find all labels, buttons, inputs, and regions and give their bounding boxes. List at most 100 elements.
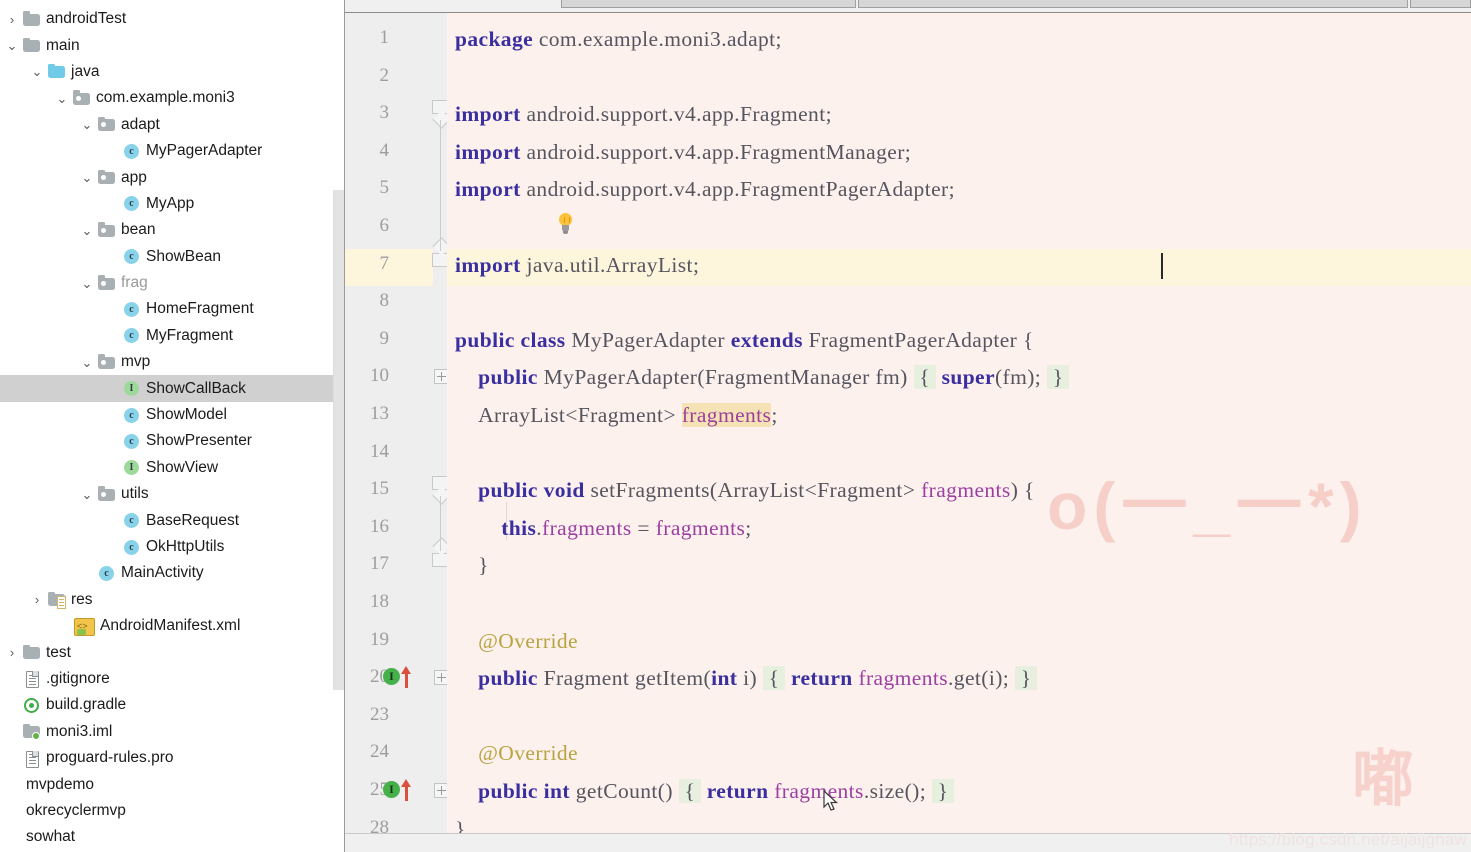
package-icon xyxy=(97,274,116,293)
editor-toolbar[interactable] xyxy=(345,0,1471,13)
tree-item-okrecyclermvp[interactable]: okrecyclermvp xyxy=(0,798,345,824)
mouse-cursor-icon xyxy=(823,790,839,811)
chevron-down-icon[interactable]: ⌄ xyxy=(79,222,95,238)
tree-item-main[interactable]: ⌄ main xyxy=(0,32,345,58)
code-line[interactable]: import android.support.v4.app.FragmentPa… xyxy=(455,179,955,201)
tree-item-label: AndroidManifest.xml xyxy=(100,617,241,635)
toolbar-segment-middle[interactable] xyxy=(858,0,1408,8)
tree-item-baserequest[interactable]: c BaseRequest xyxy=(0,507,345,533)
editor-panel[interactable]: 1 2 3 4 5 6 7 8 9 10 13 14 15 16 17 18 19 20 23 24 25 28 I I o(… xyxy=(345,0,1471,852)
chevron-down-icon[interactable]: ⌄ xyxy=(29,64,45,80)
tree-item-myapp[interactable]: c MyApp xyxy=(0,191,345,217)
implemented-method-icon[interactable]: I xyxy=(383,779,423,801)
fold-region-line xyxy=(439,120,441,251)
toolbar-segment-left[interactable] xyxy=(561,0,856,8)
tree-item-label: ShowBean xyxy=(146,247,221,265)
tree-item-label: app xyxy=(121,168,147,186)
code-line[interactable]: package com.example.moni3.adapt; xyxy=(455,28,782,50)
tree-item-label: .gitignore xyxy=(46,669,110,687)
tree-item-showbean[interactable]: c ShowBean xyxy=(0,244,345,270)
code-line[interactable]: public class MyPagerAdapter extends Frag… xyxy=(455,329,1034,351)
code-line[interactable]: public int getCount() { return fragments… xyxy=(455,779,955,803)
tree-item-bean[interactable]: ⌄ bean xyxy=(0,217,345,243)
code-line[interactable]: @Override xyxy=(455,630,578,652)
line-number: 4 xyxy=(379,139,390,161)
line-number: 16 xyxy=(370,515,389,537)
package-icon xyxy=(97,485,116,504)
implemented-method-icon[interactable]: I xyxy=(383,666,423,689)
tree-item-moni3-iml[interactable]: moni3.iml xyxy=(0,719,345,745)
chevron-down-icon[interactable]: ⌄ xyxy=(79,275,95,291)
code-line[interactable]: public void setFragments(ArrayList<Fragm… xyxy=(455,479,1035,501)
res-folder-icon xyxy=(47,590,66,610)
module-icon xyxy=(22,722,41,741)
tree-item-mypageradapter[interactable]: c MyPagerAdapter xyxy=(0,138,345,164)
tree-item--gitignore[interactable]: .gitignore xyxy=(0,666,345,692)
code-line[interactable]: @Override xyxy=(455,743,578,765)
code-line[interactable]: ArrayList<Fragment> fragments; xyxy=(455,403,778,427)
editor-gutter[interactable]: 1 2 3 4 5 6 7 8 9 10 13 14 15 16 17 18 19 20 23 24 25 28 I I xyxy=(345,13,446,837)
tree-item-showpresenter[interactable]: c ShowPresenter xyxy=(0,428,345,454)
tree-item-adapt[interactable]: ⌄ adapt xyxy=(0,112,345,138)
tree-item-frag[interactable]: ⌄ frag xyxy=(0,270,345,296)
tree-item-utils[interactable]: ⌄ utils xyxy=(0,481,345,507)
tree-item-mvp[interactable]: ⌄ mvp xyxy=(0,349,345,375)
tree-item-test[interactable]: › test xyxy=(0,639,345,665)
code-line[interactable]: public MyPagerAdapter(FragmentManager fm… xyxy=(455,365,1070,390)
code-line[interactable]: } xyxy=(455,555,489,577)
chevron-down-icon[interactable]: ⌄ xyxy=(79,354,95,370)
chevron-down-icon[interactable]: ⌄ xyxy=(79,486,95,502)
chevron-down-icon[interactable]: ⌄ xyxy=(79,117,95,133)
chevron-right-icon[interactable]: › xyxy=(29,592,45,608)
code-line[interactable]: import android.support.v4.app.FragmentMa… xyxy=(455,141,911,163)
project-tree-panel[interactable]: › androidTest ⌄ main ⌄ java ⌄ com.example.moni3… xyxy=(0,0,345,852)
android-manifest-icon: <> xyxy=(74,617,95,636)
tree-item-label: OkHttpUtils xyxy=(146,538,225,555)
tree-item-homefragment[interactable]: c HomeFragment xyxy=(0,296,345,322)
tree-item-label: ShowPresenter xyxy=(146,432,252,450)
tree-item-build-gradle[interactable]: build.gradle xyxy=(0,692,345,718)
interface-icon: I xyxy=(122,458,141,477)
tree-item-label: MyPagerAdapter xyxy=(146,142,263,160)
tree-item-label: HomeFragment xyxy=(146,300,254,318)
tree-item-showcallback[interactable]: I ShowCallBack xyxy=(0,375,345,402)
tree-item-label: res xyxy=(71,590,93,608)
tree-item-showmodel[interactable]: c ShowModel xyxy=(0,402,345,428)
kaomoji-watermark-2: 嘟嘴~ xyxy=(1352,745,1419,814)
chevron-down-icon[interactable]: ⌄ xyxy=(79,170,95,186)
tree-item-androidtest[interactable]: › androidTest xyxy=(0,6,345,32)
tree-item-java[interactable]: ⌄ java xyxy=(0,59,345,85)
chevron-right-icon[interactable]: › xyxy=(4,11,20,27)
toolbar-segment-right[interactable] xyxy=(1410,0,1471,8)
tree-item-proguard-rules-pro[interactable]: proguard-rules.pro xyxy=(0,745,345,771)
tree-item-showview[interactable]: I ShowView xyxy=(0,455,345,481)
package-icon xyxy=(97,353,116,372)
project-tree[interactable]: › androidTest ⌄ main ⌄ java ⌄ com.example.moni3… xyxy=(0,0,345,851)
tree-item-mainactivity[interactable]: c MainActivity xyxy=(0,560,345,586)
tree-item-res[interactable]: › res xyxy=(0,587,345,613)
editor-code-area[interactable]: o(一_一*) 嘟嘴~ package com.example.moni3.ad… xyxy=(447,13,1471,834)
class-icon: c xyxy=(122,511,141,530)
tree-item-app[interactable]: ⌄ app xyxy=(0,164,345,190)
code-line[interactable]: import android.support.v4.app.Fragment; xyxy=(455,103,832,125)
chevron-down-icon[interactable]: ⌄ xyxy=(4,38,20,54)
tree-item-com-example-moni3[interactable]: ⌄ com.example.moni3 xyxy=(0,85,345,111)
editor-fold-column[interactable] xyxy=(431,13,451,834)
tree-item-androidmanifest-xml[interactable]: <> AndroidManifest.xml xyxy=(0,613,345,639)
tree-item-label: ShowModel xyxy=(146,406,227,424)
chevron-right-icon[interactable]: › xyxy=(4,645,20,661)
tree-item-sowhat[interactable]: sowhat xyxy=(0,824,345,850)
tree-item-label: com.example.moni3 xyxy=(96,89,235,107)
lightbulb-icon[interactable] xyxy=(557,213,574,235)
code-line[interactable]: public Fragment getItem(int i) { return … xyxy=(455,666,1038,691)
line-number: 1 xyxy=(379,27,390,48)
chevron-down-icon[interactable]: ⌄ xyxy=(54,90,70,106)
class-icon: c xyxy=(122,194,141,213)
tree-item-mvpdemo[interactable]: mvpdemo xyxy=(0,771,345,797)
tree-item-myfragment[interactable]: c MyFragment xyxy=(0,323,345,349)
code-line[interactable]: import java.util.ArrayList; xyxy=(455,254,699,276)
tree-item-okhttputils[interactable]: c OkHttpUtils xyxy=(0,534,345,560)
code-line[interactable]: } xyxy=(455,818,466,834)
code-line[interactable]: this.fragments = fragments; xyxy=(455,517,752,539)
text-caret xyxy=(1161,252,1163,279)
